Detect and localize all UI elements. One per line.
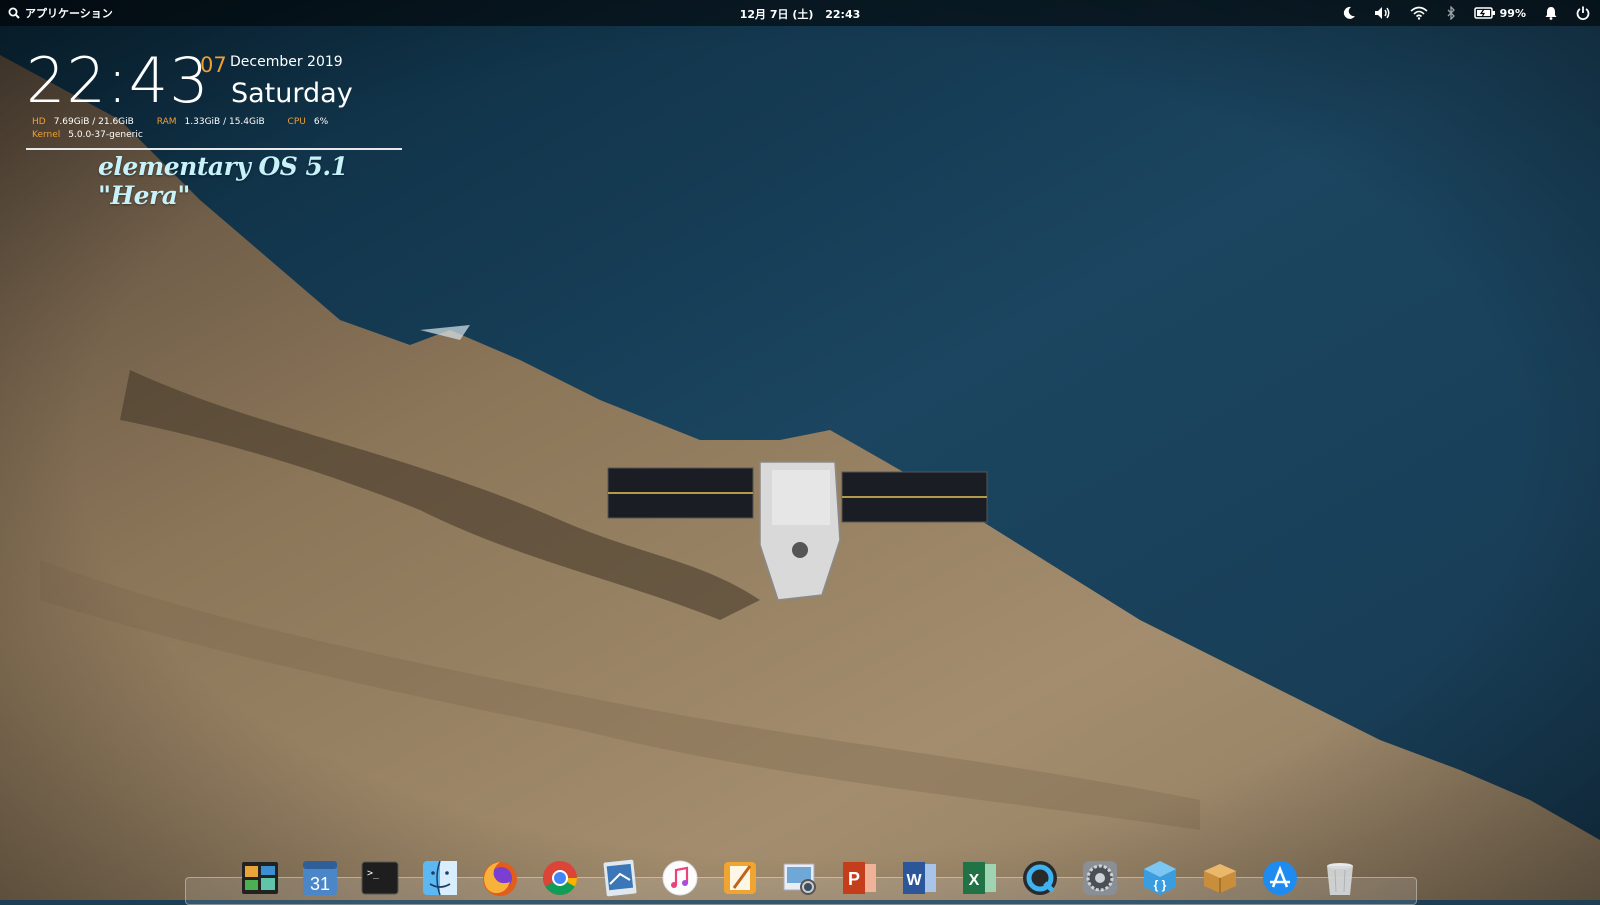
- dock-item-trash[interactable]: [1320, 858, 1360, 898]
- chrome-icon: [543, 861, 577, 895]
- dock-item-finder[interactable]: [420, 858, 460, 898]
- top-panel: アプリケーション 12月 7日 (土) 22:43 99%: [0, 0, 1600, 26]
- finder-icon: [423, 860, 457, 896]
- power-icon: [1576, 6, 1590, 20]
- power-indicator[interactable]: 99%: [1473, 6, 1526, 20]
- powerpoint-letter: P: [848, 869, 860, 889]
- powerpoint-icon: P: [843, 862, 876, 894]
- kernel-label: Kernel: [32, 130, 61, 140]
- notifications-indicator[interactable]: [1544, 6, 1558, 20]
- moon-icon: [1343, 6, 1355, 19]
- dock-item-multitasking-view[interactable]: [240, 858, 280, 898]
- sound-indicator[interactable]: [1374, 6, 1392, 20]
- dock-item-quicktime[interactable]: [1020, 858, 1060, 898]
- wifi-icon: [1410, 6, 1428, 20]
- conky-weekday: Saturday: [231, 78, 353, 109]
- dock-item-package-installer[interactable]: [1200, 858, 1240, 898]
- bluetooth-indicator[interactable]: [1446, 6, 1456, 20]
- app-store-icon: [1263, 861, 1297, 895]
- battery-icon: [1473, 7, 1495, 19]
- dock-item-photo-editor[interactable]: [600, 858, 640, 898]
- panel-date: 12月 7日 (土): [739, 8, 814, 21]
- dock-item-word[interactable]: W: [900, 858, 940, 898]
- indicator-area: 99%: [1342, 3, 1590, 23]
- dock-item-powerpoint[interactable]: P: [840, 858, 880, 898]
- quicktime-icon: [1023, 861, 1057, 895]
- terminal-icon: >_: [361, 861, 399, 895]
- os-name-label: elementary OS 5.1 "Hera": [98, 152, 348, 210]
- dock-item-terminal[interactable]: >_: [360, 858, 400, 898]
- dock-item-preview[interactable]: [780, 858, 820, 898]
- session-indicator[interactable]: [1576, 6, 1590, 20]
- dock-item-code-editor[interactable]: { }: [1140, 858, 1180, 898]
- dock-item-itunes[interactable]: [660, 858, 700, 898]
- hd-label: HD: [32, 117, 46, 127]
- dock-item-chrome[interactable]: [540, 858, 580, 898]
- word-letter: W: [906, 872, 922, 889]
- cpu-label: CPU: [287, 117, 306, 127]
- excel-icon: X: [963, 862, 996, 894]
- conky-clock: 22:43: [26, 44, 210, 117]
- hd-value: 7.69GiB / 21.6GiB: [53, 117, 134, 127]
- pages-icon: [724, 862, 756, 894]
- preview-icon: [783, 863, 816, 895]
- dock-item-system-settings[interactable]: [1080, 858, 1120, 898]
- night-light-indicator[interactable]: [1342, 6, 1356, 20]
- word-icon: W: [903, 862, 936, 894]
- kernel-value: 5.0.0-37-generic: [68, 130, 143, 140]
- volume-icon: [1374, 7, 1390, 19]
- svg-text:{ }: { }: [1154, 878, 1167, 892]
- bell-icon: [1545, 7, 1557, 20]
- terminal-prompt-label: >_: [367, 868, 380, 879]
- dock-item-calendar[interactable]: 31: [300, 858, 340, 898]
- network-indicator[interactable]: [1410, 6, 1428, 20]
- multitasking-view-icon: [242, 862, 278, 894]
- dock-item-pages[interactable]: [720, 858, 760, 898]
- package-installer-icon: [1204, 864, 1236, 893]
- conky-divider: [26, 148, 402, 150]
- system-settings-icon: [1083, 861, 1117, 895]
- ram-label: RAM: [156, 117, 177, 127]
- cpu-value: 6%: [313, 117, 329, 127]
- calendar-icon: 31: [303, 861, 337, 895]
- dock-item-firefox[interactable]: [480, 858, 520, 898]
- dock-item-excel[interactable]: X: [960, 858, 1000, 898]
- photo-editor-icon: [603, 859, 637, 897]
- conky-day: 07: [200, 53, 227, 77]
- conky-month-year: December 2019: [230, 54, 343, 70]
- excel-letter: X: [969, 872, 980, 889]
- itunes-icon: [662, 860, 698, 896]
- bluetooth-icon: [1447, 6, 1455, 20]
- battery-percent: 99%: [1499, 6, 1526, 20]
- firefox-icon: [483, 862, 517, 896]
- code-editor-icon: { }: [1144, 861, 1176, 895]
- calendar-day-label: 31: [310, 874, 330, 894]
- panel-time: 22:43: [825, 8, 861, 21]
- conky-system-stats: HD 7.69GiB / 21.6GiB RAM 1.33GiB / 15.4GiB…: [32, 116, 348, 142]
- dock: 31 >_ P W X {}: [240, 858, 1360, 900]
- trash-icon: [1327, 863, 1353, 895]
- ram-value: 1.33GiB / 15.4GiB: [184, 117, 265, 127]
- dock-item-app-store[interactable]: [1260, 858, 1300, 898]
